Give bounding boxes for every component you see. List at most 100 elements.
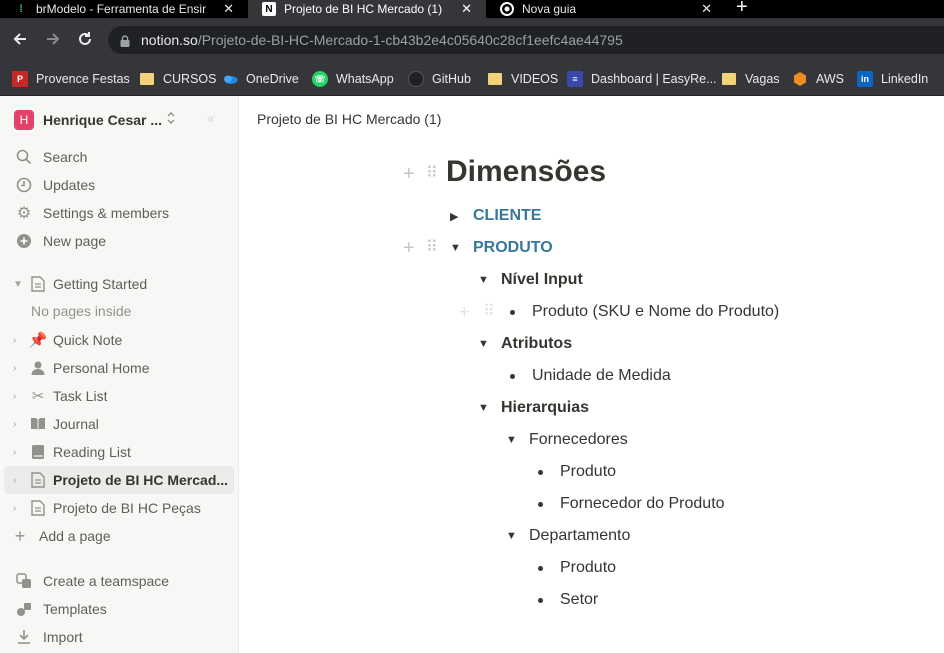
sidebar-page-quick-note[interactable]: › 📌 Quick Note xyxy=(0,326,239,354)
sidebar-page-reading-list[interactable]: › Reading List xyxy=(0,438,239,466)
sidebar-page-projeto-bi-mercado[interactable]: › Projeto de BI HC Mercad... xyxy=(4,466,234,494)
bookmark-label: LinkedIn xyxy=(881,72,929,86)
address-bar[interactable]: notion.so/Projeto-de-BI-HC-Mercado-1-cb4… xyxy=(108,26,944,54)
drag-handle-icon[interactable]: ⠿ xyxy=(426,166,438,182)
bookmark-label: GitHub xyxy=(432,72,471,86)
triangle-down-icon[interactable]: ▼ xyxy=(506,434,522,446)
sidebar-settings[interactable]: ⚙ Settings & members xyxy=(0,199,239,227)
tab-notion-active[interactable]: N Projeto de BI HC Mercado (1) ✕ xyxy=(248,0,486,18)
triangle-down-icon[interactable]: ▼ xyxy=(478,402,494,414)
bullet-icon xyxy=(538,597,543,603)
workspace-switcher[interactable]: H Henrique Cesar ... xyxy=(14,110,162,130)
sidebar-import[interactable]: Import xyxy=(0,623,239,651)
tab-nova-guia[interactable]: Nova guia ✕ xyxy=(486,0,726,18)
bookmark-label: Vagas xyxy=(745,72,780,86)
bookmark-provence-festas[interactable]: P Provence Festas xyxy=(12,70,130,88)
list-item-text: Produto xyxy=(560,463,617,480)
triangle-down-icon[interactable]: ▼ xyxy=(506,530,522,542)
sidebar-item-label: Projeto de BI HC Peças xyxy=(53,500,201,516)
sidebar-item-label: Add a page xyxy=(39,528,111,544)
sidebar-item-label: Reading List xyxy=(53,444,131,460)
triangle-down-icon[interactable]: ▼ xyxy=(450,242,466,254)
bookmark-dashboard-easyre[interactable]: ≡ Dashboard | EasyRe... xyxy=(567,70,717,88)
provence-icon: P xyxy=(12,71,28,87)
close-tab-icon[interactable]: ✕ xyxy=(701,0,712,18)
sidebar-page-getting-started[interactable]: ▼ Getting Started xyxy=(0,270,239,298)
bookmark-label: VIDEOS xyxy=(511,72,559,86)
bookmark-whatsapp[interactable]: ☏ WhatsApp xyxy=(312,70,394,88)
triangle-down-icon[interactable]: ▼ xyxy=(478,274,494,286)
url-path: /Projeto-de-BI-HC-Mercado-1-cb43b2e4c056… xyxy=(197,32,623,48)
sidebar-page-task-list[interactable]: › ✂ Task List xyxy=(0,382,239,410)
add-block-icon[interactable]: + xyxy=(403,238,415,258)
add-block-icon[interactable]: + xyxy=(403,164,415,184)
chevron-right-icon[interactable]: › xyxy=(13,447,16,458)
sidebar-page-journal[interactable]: › Journal xyxy=(0,410,239,438)
list-item[interactable]: Produto xyxy=(536,463,616,481)
sidebar-item-label: Task List xyxy=(53,388,108,404)
chevron-right-icon[interactable]: › xyxy=(13,475,16,486)
bookmark-cursos[interactable]: CURSOS xyxy=(139,70,216,88)
chevron-right-icon[interactable]: › xyxy=(13,391,16,402)
sidebar-create-teamspace[interactable]: Create a teamspace xyxy=(0,567,239,595)
sidebar-updates[interactable]: Updates xyxy=(0,171,239,199)
drag-handle-icon[interactable]: ⠿ xyxy=(483,304,495,320)
bullet-icon xyxy=(510,309,515,315)
sidebar-page-personal-home[interactable]: › Personal Home xyxy=(0,354,239,382)
sidebar-add-page[interactable]: + Add a page xyxy=(0,522,239,550)
chevron-up-down-icon[interactable] xyxy=(166,111,176,127)
add-block-icon[interactable]: + xyxy=(459,303,470,321)
toggle-hierarquias[interactable]: ▼ Hierarquias xyxy=(478,399,589,417)
forward-arrow-icon[interactable] xyxy=(43,30,63,50)
chevron-down-icon[interactable]: ▼ xyxy=(13,279,23,290)
toggle-label: Fornecedores xyxy=(529,431,628,448)
bookmark-videos[interactable]: VIDEOS xyxy=(487,70,558,88)
back-arrow-icon[interactable] xyxy=(10,30,30,50)
chevron-right-icon[interactable]: › xyxy=(13,363,16,374)
toggle-nivel-input[interactable]: ▼ Nível Input xyxy=(478,271,583,289)
sidebar-page-projeto-bi-pecas[interactable]: › Projeto de BI HC Peças xyxy=(0,494,239,522)
list-item[interactable]: Setor xyxy=(536,591,598,609)
close-tab-icon[interactable]: ✕ xyxy=(223,0,234,18)
chevron-right-icon[interactable]: › xyxy=(13,335,16,346)
triangle-down-icon[interactable]: ▼ xyxy=(478,338,494,350)
list-item[interactable]: Fornecedor do Produto xyxy=(536,495,725,513)
sidebar-templates[interactable]: Templates xyxy=(0,595,239,623)
sidebar-new-page[interactable]: New page xyxy=(0,227,239,255)
books-icon xyxy=(29,443,47,461)
list-item-text: Produto xyxy=(560,559,617,576)
bookmark-github[interactable]: GitHub xyxy=(408,70,471,88)
chevron-right-icon[interactable]: › xyxy=(13,503,16,514)
toggle-cliente[interactable]: ▶ CLIENTE xyxy=(450,207,541,225)
toggle-departamento[interactable]: ▼ Departamento xyxy=(506,527,630,545)
toggle-label: CLIENTE xyxy=(473,207,542,224)
bookmark-vagas[interactable]: Vagas xyxy=(721,70,780,88)
tab-brmodelo[interactable]: ⁞ brModelo - Ferramenta de Ensino ✕ xyxy=(0,0,248,18)
no-pages-inside-text: No pages inside xyxy=(31,303,132,319)
bookmark-aws[interactable]: AWS xyxy=(792,70,844,88)
list-item[interactable]: Unidade de Medida xyxy=(508,367,671,385)
new-tab-button[interactable]: + xyxy=(736,0,748,17)
triangle-right-icon[interactable]: ▶ xyxy=(450,210,466,223)
book-icon xyxy=(29,415,47,433)
bookmark-onedrive[interactable]: OneDrive xyxy=(222,70,299,88)
sidebar-search[interactable]: Search xyxy=(0,143,239,171)
sidebar-item-label: Import xyxy=(43,629,83,645)
toggle-atributos[interactable]: ▼ Atributos xyxy=(478,335,572,353)
folder-icon xyxy=(487,71,503,87)
list-item[interactable]: Produto (SKU e Nome do Produto) xyxy=(508,303,779,321)
lock-icon[interactable] xyxy=(120,34,130,52)
close-tab-icon[interactable]: ✕ xyxy=(461,0,472,18)
breadcrumb[interactable]: Projeto de BI HC Mercado (1) xyxy=(257,111,441,127)
bookmark-linkedin[interactable]: in LinkedIn xyxy=(857,70,928,88)
toggle-label: Hierarquias xyxy=(501,399,590,416)
drag-handle-icon[interactable]: ⠿ xyxy=(426,240,438,256)
toggle-produto[interactable]: ▼ PRODUTO xyxy=(450,239,553,257)
list-item[interactable]: Produto xyxy=(536,559,616,577)
reload-icon[interactable] xyxy=(75,30,95,50)
browser-tab-strip: ⁞ brModelo - Ferramenta de Ensino ✕ N Pr… xyxy=(0,0,944,18)
toggle-fornecedores[interactable]: ▼ Fornecedores xyxy=(506,431,628,449)
collapse-sidebar-icon[interactable]: « xyxy=(207,110,215,126)
chevron-right-icon[interactable]: › xyxy=(13,419,16,430)
bookmarks-bar: P Provence Festas CURSOS OneDrive ☏ What… xyxy=(0,62,944,96)
